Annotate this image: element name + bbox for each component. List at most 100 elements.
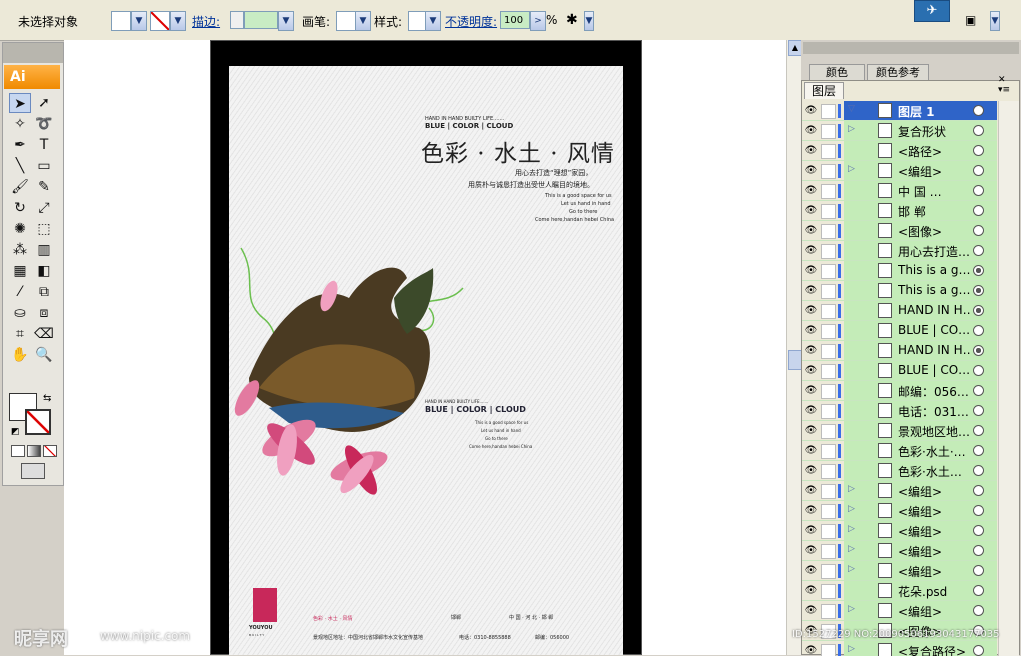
lock-toggle[interactable] bbox=[821, 284, 836, 299]
warp-icon[interactable]: ✺ bbox=[9, 219, 31, 239]
tab-color[interactable]: 颜色 bbox=[809, 64, 865, 81]
target-circle-icon[interactable] bbox=[973, 425, 984, 436]
layer-row-content[interactable]: ▷ <编组> bbox=[844, 161, 997, 180]
bridge-icon[interactable]: ✈ bbox=[914, 0, 950, 22]
gradient-icon[interactable]: ◧ bbox=[33, 261, 55, 281]
visibility-eye-icon[interactable]: 👁 bbox=[804, 364, 818, 378]
screen-mode-icon[interactable] bbox=[21, 463, 45, 479]
target-circle-icon[interactable] bbox=[973, 545, 984, 556]
fill-dropdown[interactable]: ▼ bbox=[131, 11, 147, 31]
target-circle-icon[interactable] bbox=[973, 365, 984, 376]
target-circle-icon[interactable] bbox=[973, 385, 984, 396]
layer-row[interactable]: 👁 BLUE | CO… bbox=[802, 321, 997, 341]
swap-colors-icon[interactable]: ⇆ bbox=[43, 393, 51, 404]
lock-toggle[interactable] bbox=[821, 424, 836, 439]
stroke-swatch[interactable] bbox=[150, 11, 170, 31]
visibility-eye-icon[interactable]: 👁 bbox=[804, 504, 818, 518]
expand-triangle-icon[interactable]: ▽ bbox=[848, 104, 855, 114]
expand-triangle-icon[interactable]: ▷ bbox=[848, 524, 855, 534]
visibility-eye-icon[interactable]: 👁 bbox=[804, 144, 818, 158]
target-circle-icon[interactable] bbox=[973, 485, 984, 496]
layer-row-content[interactable]: 色彩·水土… bbox=[844, 461, 997, 480]
layer-row[interactable]: 👁 ▷ <编组> bbox=[802, 601, 997, 621]
layer-row[interactable]: 👁 景观地区地… bbox=[802, 421, 997, 441]
layer-row-content[interactable]: BLUE | CO… bbox=[844, 361, 997, 380]
expand-triangle-icon[interactable]: ▷ bbox=[848, 544, 855, 554]
live-paint-selection-icon[interactable]: ⧈ bbox=[33, 303, 55, 323]
gradient-mode-icon[interactable] bbox=[27, 445, 41, 457]
layer-row[interactable]: 👁 色彩·水土… bbox=[802, 461, 997, 481]
target-circle-icon[interactable] bbox=[973, 605, 984, 616]
opacity-field[interactable]: 100 bbox=[500, 11, 530, 29]
visibility-eye-icon[interactable]: 👁 bbox=[804, 564, 818, 578]
eyedropper-icon[interactable]: ⁄ bbox=[9, 282, 31, 302]
layer-row[interactable]: 👁 BLUE | CO… bbox=[802, 361, 997, 381]
layer-row-content[interactable]: 中 国 … bbox=[844, 181, 997, 200]
target-circle-icon[interactable] bbox=[973, 125, 984, 136]
layer-row-content[interactable]: <图像> bbox=[844, 221, 997, 240]
visibility-eye-icon[interactable]: 👁 bbox=[804, 124, 818, 138]
paintbrush-icon[interactable]: 🖌 bbox=[9, 177, 31, 197]
target-circle-icon[interactable] bbox=[973, 445, 984, 456]
brush-swatch[interactable] bbox=[336, 11, 356, 31]
visibility-eye-icon[interactable]: 👁 bbox=[804, 384, 818, 398]
tab-layers[interactable]: 图层 bbox=[804, 82, 844, 99]
fill-swatch[interactable] bbox=[111, 11, 131, 31]
lock-toggle[interactable] bbox=[821, 324, 836, 339]
lock-toggle[interactable] bbox=[821, 264, 836, 279]
layer-row[interactable]: 👁 邮编：056… bbox=[802, 381, 997, 401]
layer-row[interactable]: 👁 色彩·水土·… bbox=[802, 441, 997, 461]
visibility-eye-icon[interactable]: 👁 bbox=[804, 444, 818, 458]
layer-row-content[interactable]: <路径> bbox=[844, 141, 997, 160]
lock-toggle[interactable] bbox=[821, 544, 836, 559]
rotate-icon[interactable]: ↻ bbox=[9, 198, 31, 218]
workspace-icon[interactable]: ▣ bbox=[965, 13, 985, 29]
layer-row-content[interactable]: ▷ <编组> bbox=[844, 481, 997, 500]
mesh-icon[interactable]: ▦ bbox=[9, 261, 31, 281]
expand-triangle-icon[interactable]: ▷ bbox=[848, 564, 855, 574]
layer-row[interactable]: 👁 This is a g… bbox=[802, 261, 997, 281]
target-circle-icon[interactable] bbox=[973, 525, 984, 536]
layer-row-content[interactable]: ▷ <编组> bbox=[844, 521, 997, 540]
layer-row[interactable]: 👁 <路径> bbox=[802, 141, 997, 161]
lock-toggle[interactable] bbox=[821, 144, 836, 159]
layer-row-content[interactable]: ▽ 图层 1 bbox=[844, 101, 997, 120]
lasso-icon[interactable]: ➰ bbox=[33, 114, 55, 134]
visibility-eye-icon[interactable]: 👁 bbox=[804, 224, 818, 238]
expand-triangle-icon[interactable]: ▷ bbox=[848, 604, 855, 614]
layer-row-content[interactable]: 花朵.psd bbox=[844, 581, 997, 600]
layer-row-content[interactable]: ▷ 复合形状 bbox=[844, 121, 997, 140]
expand-triangle-icon[interactable]: ▷ bbox=[848, 504, 855, 514]
target-circle-icon[interactable] bbox=[973, 225, 984, 236]
layers-panel-menu-icon[interactable]: ▾≡ bbox=[998, 85, 1010, 95]
layer-row[interactable]: 👁 ▷ <编组> bbox=[802, 501, 997, 521]
stroke-weight-field[interactable] bbox=[244, 11, 278, 29]
scroll-thumb[interactable] bbox=[788, 350, 802, 370]
visibility-eye-icon[interactable]: 👁 bbox=[804, 204, 818, 218]
lock-toggle[interactable] bbox=[821, 524, 836, 539]
lock-toggle[interactable] bbox=[821, 344, 836, 359]
expand-triangle-icon[interactable]: ▷ bbox=[848, 484, 855, 494]
direct-selection-icon[interactable]: ➚ bbox=[33, 93, 55, 113]
stroke-color-box[interactable] bbox=[25, 409, 51, 435]
symbol-sprayer-icon[interactable]: ⁂ bbox=[9, 240, 31, 260]
column-graph-icon[interactable]: ▥ bbox=[33, 240, 55, 260]
lock-toggle[interactable] bbox=[821, 244, 836, 259]
brush-dropdown[interactable]: ▼ bbox=[355, 11, 371, 31]
vertical-scrollbar[interactable]: ▲ bbox=[786, 40, 802, 655]
free-transform-icon[interactable]: ⬚ bbox=[33, 219, 55, 239]
lock-toggle[interactable] bbox=[821, 444, 836, 459]
selection-arrow-icon[interactable]: ➤ bbox=[9, 93, 31, 113]
target-circle-icon[interactable] bbox=[973, 245, 984, 256]
lock-toggle[interactable] bbox=[821, 564, 836, 579]
recolor-wand-icon[interactable]: ✱ bbox=[566, 11, 582, 29]
panel-close-icon[interactable]: ✕ bbox=[998, 75, 1006, 85]
lock-toggle[interactable] bbox=[821, 384, 836, 399]
layer-row[interactable]: 👁 This is a g… bbox=[802, 281, 997, 301]
lock-toggle[interactable] bbox=[821, 364, 836, 379]
layer-row[interactable]: 👁 ▷ <编组> bbox=[802, 561, 997, 581]
layer-row-content[interactable]: HAND IN H… bbox=[844, 341, 997, 360]
lock-toggle[interactable] bbox=[821, 584, 836, 599]
layer-row-content[interactable]: ▷ <编组> bbox=[844, 501, 997, 520]
pen-icon[interactable]: ✒ bbox=[9, 135, 31, 155]
